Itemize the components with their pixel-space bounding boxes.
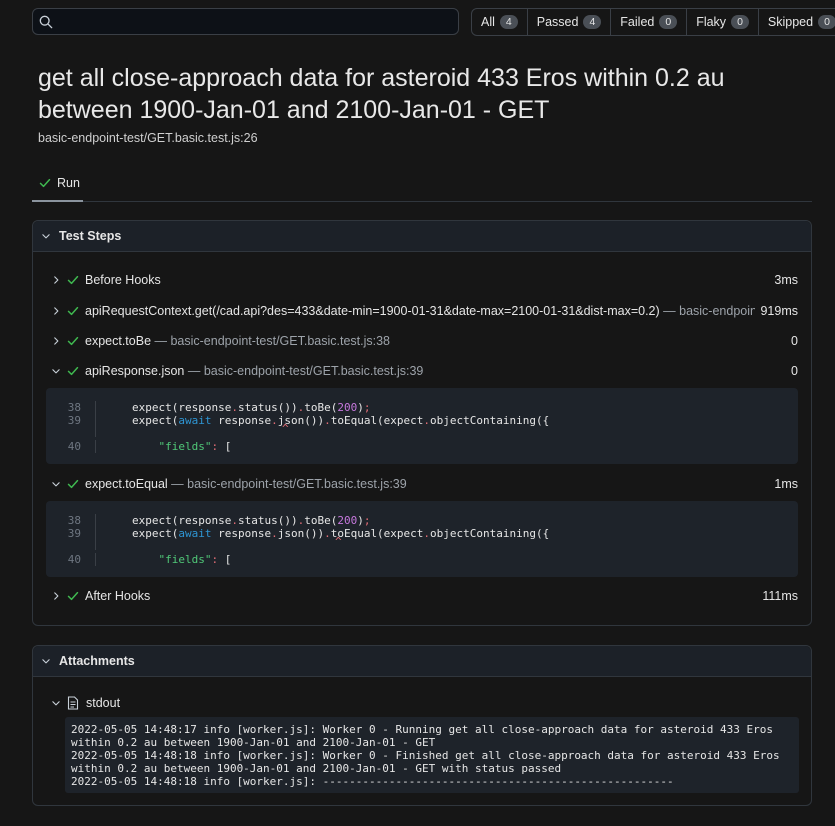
- step-location: — basic-endpoint-test/...: [663, 304, 755, 318]
- step-location: — basic-endpoint-test/GET.basic.test.js:…: [167, 477, 407, 491]
- step-name: apiResponse.json: [85, 364, 185, 378]
- step-name: Before Hooks: [85, 273, 161, 287]
- step-name: expect.toBe: [85, 334, 152, 348]
- check-icon: [67, 366, 79, 376]
- count-badge: 0: [818, 15, 835, 29]
- line-number: 40: [67, 440, 81, 453]
- status-filter-group: All 4 Passed 4 Failed 0 Flaky 0 Skipped 0: [471, 8, 835, 36]
- search-icon: [39, 15, 53, 29]
- count-badge: 0: [731, 15, 749, 29]
- step-expect-toequal[interactable]: expect.toEqual — basic-endpoint-test/GET…: [33, 473, 811, 497]
- test-location: basic-endpoint-test/GET.basic.test.js:26: [38, 131, 258, 145]
- code-line: 38 expect(response.status()).toBe(200);: [46, 401, 798, 414]
- test-steps-panel: Test Steps Before Hooks 3ms apiRequestCo…: [32, 220, 812, 626]
- step-api-request[interactable]: apiRequestContext.get(/cad.api?des=433&d…: [33, 300, 811, 324]
- filter-passed[interactable]: Passed 4: [528, 9, 612, 35]
- line-number: 38: [67, 514, 81, 527]
- line-number: 40: [67, 553, 81, 566]
- attachments-panel: Attachments stdout 2022-05-05 14:48:17 i…: [32, 645, 812, 806]
- check-icon: [67, 591, 79, 601]
- filter-failed[interactable]: Failed 0: [611, 9, 688, 35]
- chevron-right-icon: [54, 307, 59, 315]
- file-text-icon: [67, 696, 79, 710]
- tab-run[interactable]: Run: [32, 166, 83, 202]
- step-before-hooks[interactable]: Before Hooks 3ms: [33, 269, 811, 293]
- test-title: get all close-approach data for asteroid…: [38, 64, 725, 124]
- code-line: 40 "fields": [: [46, 553, 798, 566]
- attachments-header[interactable]: Attachments: [33, 646, 811, 677]
- step-api-response-json[interactable]: apiResponse.json — basic-endpoint-test/G…: [33, 360, 811, 384]
- step-duration: 0: [791, 334, 798, 348]
- search-input[interactable]: [32, 8, 459, 35]
- step-duration: 111ms: [762, 589, 798, 603]
- step-name: apiRequestContext.get(/cad.api?des=433&d…: [85, 304, 660, 318]
- chevron-right-icon: [54, 592, 59, 600]
- step-expect-tobe[interactable]: expect.toBe — basic-endpoint-test/GET.ba…: [33, 330, 811, 354]
- check-icon: [67, 275, 79, 285]
- filter-all[interactable]: All 4: [472, 9, 528, 35]
- check-icon: [39, 178, 51, 188]
- chevron-right-icon: [54, 276, 59, 284]
- check-icon: [67, 336, 79, 346]
- chevron-down-icon: [42, 234, 50, 239]
- chevron-down-icon: [42, 659, 50, 664]
- chevron-right-icon: [54, 337, 59, 345]
- count-badge: 4: [499, 15, 518, 29]
- step-location: — basic-endpoint-test/GET.basic.test.js:…: [151, 334, 391, 348]
- code-snippet: 38 expect(response.status()).toBe(200); 3…: [46, 388, 798, 464]
- step-duration: 919ms: [760, 304, 798, 318]
- step-duration: 3ms: [774, 273, 798, 287]
- step-name: expect.toEqual: [85, 477, 168, 491]
- line-number: 38: [67, 401, 81, 414]
- count-badge: 4: [583, 15, 602, 29]
- step-duration: 0: [791, 364, 798, 378]
- tab-bar: Run: [32, 166, 812, 202]
- step-after-hooks[interactable]: After Hooks 111ms: [33, 585, 811, 609]
- test-steps-header[interactable]: Test Steps: [33, 221, 811, 252]
- step-duration: 1ms: [774, 477, 798, 491]
- check-icon: [67, 306, 79, 316]
- check-icon: [67, 479, 79, 489]
- count-badge: 0: [659, 15, 678, 29]
- attachment-stdout[interactable]: stdout: [33, 692, 811, 716]
- chevron-down-icon: [52, 369, 60, 374]
- filter-flaky[interactable]: Flaky 0: [687, 9, 759, 35]
- chevron-down-icon: [52, 701, 60, 706]
- step-name: After Hooks: [85, 589, 151, 603]
- code-line: 40 "fields": [: [46, 440, 798, 453]
- code-line: 38 expect(response.status()).toBe(200);: [46, 514, 798, 527]
- chevron-down-icon: [52, 482, 60, 487]
- step-location: — basic-endpoint-test/GET.basic.test.js:…: [184, 364, 424, 378]
- code-snippet: 38 expect(response.status()).toBe(200); 3…: [46, 501, 798, 577]
- top-bar: All 4 Passed 4 Failed 0 Flaky 0 Skipped 0: [32, 8, 835, 36]
- filter-skipped[interactable]: Skipped 0: [759, 9, 835, 35]
- attachment-label: stdout: [86, 696, 121, 710]
- stdout-content: 2022-05-05 14:48:17 info [worker.js]: Wo…: [65, 717, 799, 793]
